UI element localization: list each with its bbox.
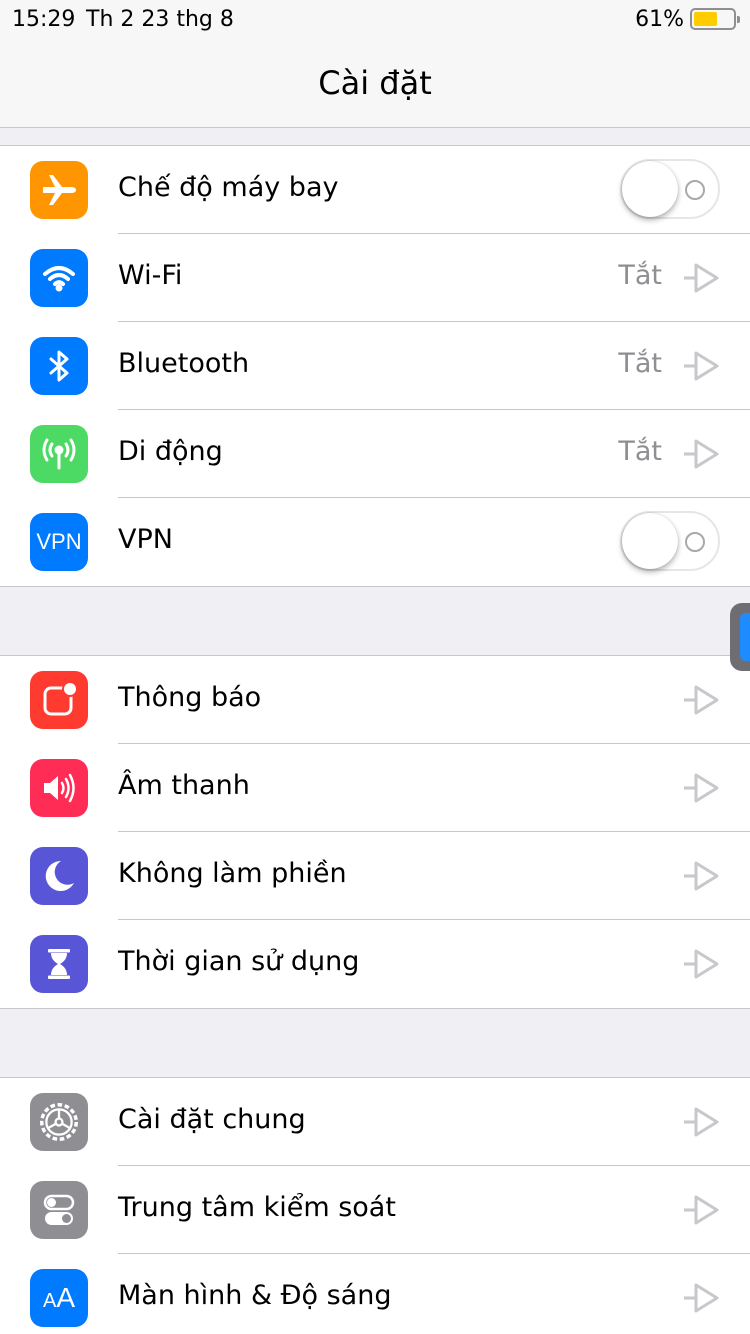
battery-percent: 61% [635,7,684,32]
chevron-right-icon [684,1195,719,1225]
gear-icon [30,1093,88,1151]
vpn-toggle[interactable] [620,511,720,571]
settings-row-label: Wi-Fi [118,260,183,291]
page-title: Cài đặt [318,64,432,102]
text-size-icon: AA [30,1269,88,1327]
chevron-right-icon [684,1283,719,1313]
settings-group-connectivity: Chế độ máy bay Wi-Fi Tắt Bluetooth Tắt D… [0,145,750,587]
chevron-right-icon [684,351,719,381]
settings-row-notifications[interactable]: Thông báo [0,656,750,744]
settings-group-notifications: Thông báo Âm thanh Không làm phiền Thời … [0,655,750,1009]
chevron-right-icon [684,949,719,979]
switches-icon [30,1181,88,1239]
status-date: Th 2 23 thg 8 [86,7,234,32]
settings-row-label: Thời gian sử dụng [118,946,360,977]
settings-row-label: Chế độ máy bay [118,172,339,203]
bluetooth-icon [30,337,88,395]
settings-row-screen-time[interactable]: Thời gian sử dụng [0,920,750,1008]
airplane-icon [30,161,88,219]
settings-group-general: Cài đặt chung Trung tâm kiểm soát AA Màn… [0,1077,750,1334]
settings-row-value: Tắt [618,436,662,467]
settings-row-wifi[interactable]: Wi-Fi Tắt [0,234,750,322]
settings-row-label: Cài đặt chung [118,1104,306,1135]
airplane-mode-toggle[interactable] [620,159,720,219]
settings-row-label: Âm thanh [118,770,250,801]
settings-row-label: Thông báo [118,682,262,713]
status-bar: 15:29 Th 2 23 thg 8 61% [0,0,750,40]
settings-row-control-center[interactable]: Trung tâm kiểm soát [0,1166,750,1254]
settings-row-value: Tắt [618,348,662,379]
chevron-right-icon [684,263,719,293]
status-time: 15:29 [12,7,76,32]
text-size-large-letter: A [56,1282,76,1313]
chevron-right-icon [684,439,719,469]
chevron-right-icon [684,773,719,803]
settings-row-label: Di động [118,436,223,467]
vpn-icon: VPN [30,513,88,571]
cellular-antenna-icon [30,425,88,483]
battery-icon [690,8,740,30]
battery-level-fill [694,12,717,26]
settings-row-sounds[interactable]: Âm thanh [0,744,750,832]
settings-row-value: Tắt [618,260,662,291]
moon-icon [30,847,88,905]
vpn-icon-text: VPN [36,529,82,554]
settings-row-airplane-mode[interactable]: Chế độ máy bay [0,146,750,234]
settings-row-label: Trung tâm kiểm soát [118,1192,396,1223]
chevron-right-icon [684,685,719,715]
wifi-icon [30,249,88,307]
navigation-bar: Cài đặt [0,40,750,128]
floating-assistive-handle[interactable] [730,603,750,671]
settings-row-bluetooth[interactable]: Bluetooth Tắt [0,322,750,410]
notifications-icon [30,671,88,729]
settings-row-vpn[interactable]: VPN VPN [0,498,750,586]
text-size-icon-label: AA [43,1282,75,1314]
settings-row-do-not-disturb[interactable]: Không làm phiền [0,832,750,920]
settings-row-label: Không làm phiền [118,858,347,889]
hourglass-icon [30,935,88,993]
chevron-right-icon [684,861,719,891]
chevron-right-icon [684,1107,719,1137]
settings-row-label: VPN [118,524,173,555]
settings-row-display-brightness[interactable]: AA Màn hình & Độ sáng [0,1254,750,1334]
text-size-small-letter: A [42,1290,57,1312]
settings-row-cellular[interactable]: Di động Tắt [0,410,750,498]
speaker-icon [30,759,88,817]
settings-row-label: Màn hình & Độ sáng [118,1280,392,1311]
settings-row-general[interactable]: Cài đặt chung [0,1078,750,1166]
settings-row-label: Bluetooth [118,348,250,379]
